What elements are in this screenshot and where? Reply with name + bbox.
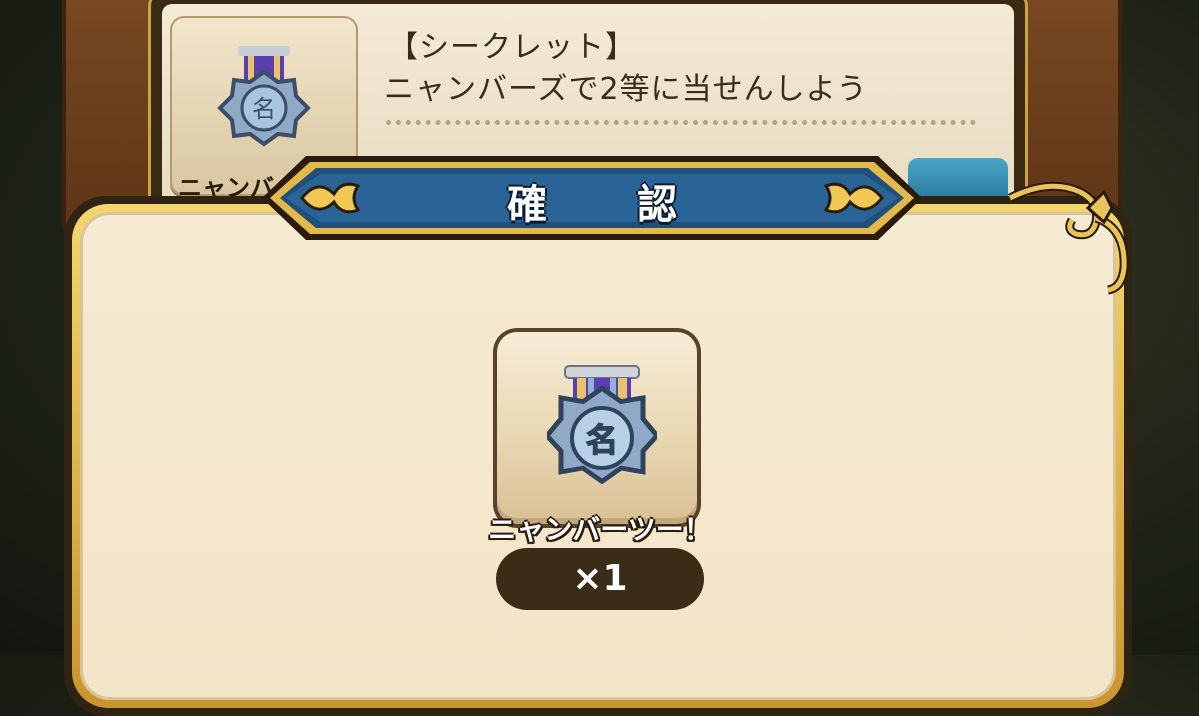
reward-quantity-badge: ×1 bbox=[496, 548, 704, 610]
mission-description: ニャンバーズで2等に当せんしよう bbox=[384, 72, 868, 107]
dialog-header-banner: 確 認 bbox=[262, 150, 922, 246]
svg-text:名: 名 bbox=[586, 421, 618, 459]
dialog-title: 確 認 bbox=[507, 182, 715, 228]
medal-icon: 名 bbox=[547, 365, 657, 485]
dotted-divider bbox=[386, 120, 976, 125]
reward-item-name: ニャンバーツー！ bbox=[488, 513, 712, 546]
corner-ornament-icon bbox=[1007, 181, 1129, 295]
reward-item-frame: 名 bbox=[493, 328, 701, 528]
svg-text:名: 名 bbox=[252, 95, 276, 123]
reward-item-panel: 名 bbox=[497, 332, 697, 524]
mission-action-button[interactable] bbox=[908, 158, 1008, 198]
mission-title: 【シークレット】 bbox=[388, 30, 636, 65]
